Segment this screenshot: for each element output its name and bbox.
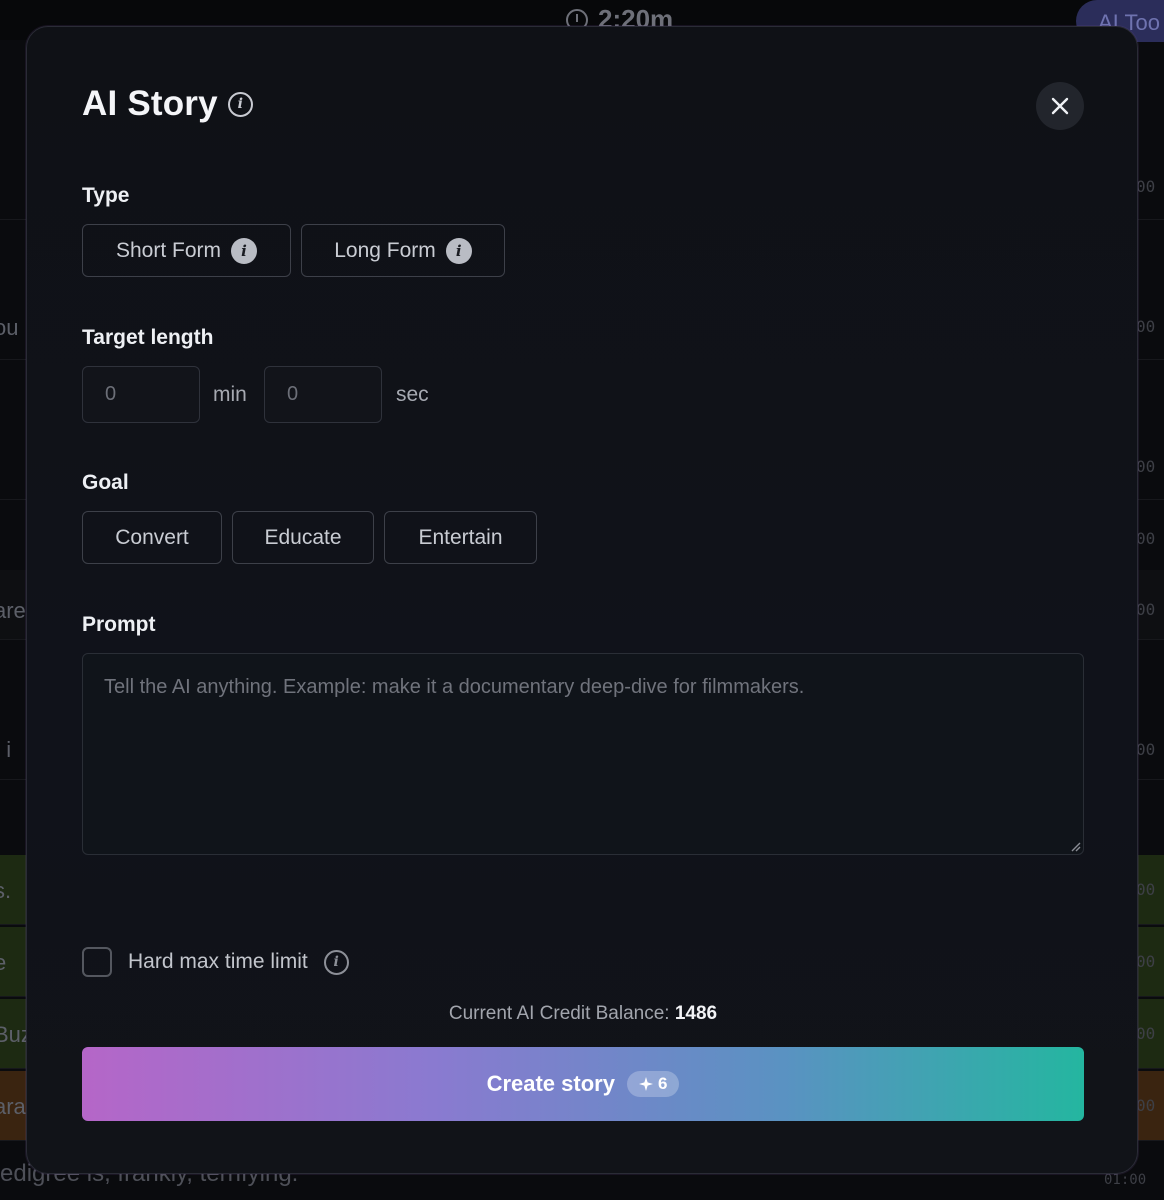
background-row-time: 00 xyxy=(1136,317,1156,336)
prompt-textarea[interactable] xyxy=(82,653,1084,855)
target-length-label: Target length xyxy=(82,326,214,349)
create-story-label: Create story xyxy=(486,1071,615,1096)
background-row-time: 00 xyxy=(1136,952,1156,971)
goal-entertain-label: Entertain xyxy=(418,525,503,549)
background-row-time: 00 xyxy=(1136,880,1156,899)
background-row-text: e xyxy=(0,950,7,975)
goal-educate-button[interactable]: Educate xyxy=(232,511,374,564)
background-row-text: t i xyxy=(0,737,12,762)
sparkle-icon xyxy=(638,1077,653,1091)
goal-educate-label: Educate xyxy=(264,525,342,549)
background-row-text: are xyxy=(0,598,26,623)
create-story-button[interactable]: Create story 6 xyxy=(82,1047,1084,1121)
goal-label: Goal xyxy=(82,471,129,494)
credit-balance: Current AI Credit Balance: 1486 xyxy=(27,1003,1139,1025)
background-row-time: 00 xyxy=(1136,600,1156,619)
ai-story-dialog: AI Story i Type Short Form i Long Form i… xyxy=(26,26,1138,1174)
type-long-form-button[interactable]: Long Form i xyxy=(301,224,505,277)
title-info-icon[interactable]: i xyxy=(227,91,253,117)
minutes-input[interactable] xyxy=(82,366,200,423)
short-form-info-icon[interactable]: i xyxy=(231,237,258,264)
prompt-label: Prompt xyxy=(82,613,156,636)
background-row-time: 00 xyxy=(1136,1024,1156,1043)
background-row-time: 00 xyxy=(1136,529,1156,548)
type-long-form-label: Long Form xyxy=(334,238,436,262)
background-row-time: 00 xyxy=(1136,740,1156,759)
hard-limit-info-icon[interactable]: i xyxy=(323,949,349,975)
seconds-input[interactable] xyxy=(264,366,382,423)
background-row-time: 00 xyxy=(1136,177,1156,196)
credit-balance-value: 1486 xyxy=(674,1003,718,1024)
goal-entertain-button[interactable]: Entertain xyxy=(384,511,537,564)
dialog-header: AI Story i xyxy=(82,84,253,124)
seconds-unit: sec xyxy=(396,383,429,406)
credit-cost-badge: 6 xyxy=(626,1071,680,1097)
background-row-time: 00 xyxy=(1136,457,1156,476)
type-short-form-button[interactable]: Short Form i xyxy=(82,224,291,277)
dialog-title: AI Story xyxy=(82,84,218,123)
background-row-text: ara xyxy=(0,1094,26,1119)
long-form-info-icon[interactable]: i xyxy=(445,237,472,264)
background-row-text: ou xyxy=(0,315,19,340)
hard-limit-checkbox[interactable] xyxy=(82,947,112,977)
resize-handle-icon[interactable] xyxy=(1069,840,1081,852)
background-row-time: 01:00 xyxy=(1104,1172,1147,1188)
type-label: Type xyxy=(82,184,130,207)
credit-balance-label: Current AI Credit Balance: xyxy=(448,1003,670,1024)
hard-limit-row: Hard max time limit i xyxy=(82,947,349,977)
credit-cost-value: 6 xyxy=(657,1074,668,1093)
type-short-form-label: Short Form xyxy=(115,238,222,262)
minutes-unit: min xyxy=(213,383,247,406)
background-row-time: 00 xyxy=(1136,1096,1156,1115)
goal-convert-button[interactable]: Convert xyxy=(82,511,222,564)
hard-limit-label: Hard max time limit xyxy=(128,950,308,973)
goal-convert-label: Convert xyxy=(115,525,189,549)
background-row-text: s. xyxy=(0,878,12,903)
close-button[interactable] xyxy=(1036,82,1084,130)
close-icon xyxy=(1051,97,1069,115)
